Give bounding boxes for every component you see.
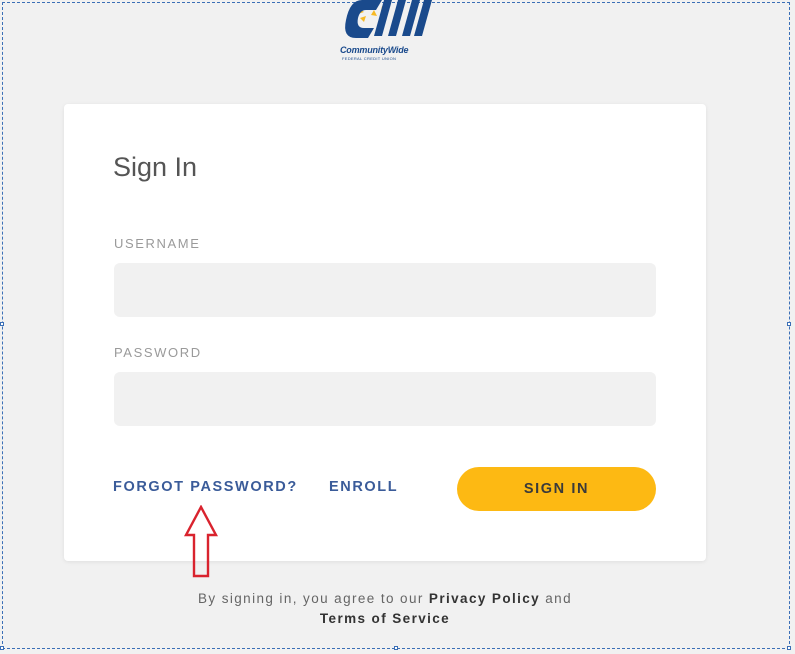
password-label: PASSWORD [114, 345, 202, 360]
enroll-link[interactable]: ENROLL [329, 479, 398, 495]
page-title: Sign In [113, 152, 198, 182]
logo-wordmark: CommunityWide [340, 45, 409, 55]
terms-notice-line2: Terms of Service [0, 611, 770, 626]
resize-handle[interactable] [787, 646, 791, 650]
terms-prefix: By signing in, you agree to our [198, 591, 424, 606]
resize-handle[interactable] [394, 646, 398, 650]
password-field[interactable] [114, 372, 656, 426]
terms-of-service-link[interactable]: Terms of Service [320, 611, 450, 626]
resize-handle[interactable] [787, 322, 791, 326]
privacy-policy-link[interactable]: Privacy Policy [429, 591, 540, 606]
resize-handle[interactable] [0, 646, 4, 650]
logo-subtitle: FEDERAL CREDIT UNION [342, 56, 397, 61]
resize-handle[interactable] [0, 322, 4, 326]
sign-in-button[interactable]: SIGN IN [457, 467, 656, 511]
terms-and: and [545, 591, 572, 606]
username-field[interactable] [114, 263, 656, 317]
terms-notice: By signing in, you agree to our Privacy … [0, 591, 770, 606]
username-label: USERNAME [114, 236, 201, 251]
forgot-password-link[interactable]: FORGOT PASSWORD? [113, 479, 298, 495]
red-up-arrow-icon [183, 505, 219, 578]
